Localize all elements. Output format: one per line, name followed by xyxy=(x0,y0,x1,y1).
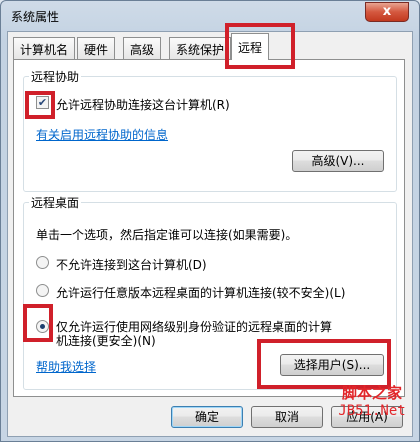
remote-desktop-legend: 远程桌面 xyxy=(31,196,80,210)
tab-system-protection[interactable]: 系统保护 xyxy=(169,37,232,59)
advanced-button[interactable]: 高级(V)... xyxy=(292,150,384,172)
watermark-line2: JB51.Net xyxy=(338,403,406,419)
remote-assistance-info-link[interactable]: 有关启用远程协助的信息 xyxy=(36,126,168,143)
highlight-box-nla-radio xyxy=(23,304,53,342)
radio-disallow-label: 不允许连接到这台计算机(D) xyxy=(56,258,207,272)
remote-assistance-legend: 远程协助 xyxy=(31,70,80,84)
radio-allow-any-label: 允许运行任意版本远程桌面的计算机连接(较不安全)(L) xyxy=(56,286,346,300)
allow-remote-assistance-label: 允许远程协助连接这台计算机(R) xyxy=(56,98,230,112)
close-icon: x xyxy=(382,4,392,19)
system-properties-window: 系统属性 x 计算机名 硬件 高级 系统保护 远程 远程协助 ✔ 允许远程协助连… xyxy=(0,0,420,442)
tab-label: 系统保护 xyxy=(176,43,225,57)
tab-advanced[interactable]: 高级 xyxy=(123,37,162,59)
tab-label: 计算机名 xyxy=(20,43,69,57)
cancel-button[interactable]: 取消 xyxy=(251,406,323,428)
highlight-box-remote-tab xyxy=(225,23,295,69)
tab-label: 高级 xyxy=(130,43,155,57)
title-bar[interactable]: 系统属性 x xyxy=(1,1,419,31)
tab-hardware[interactable]: 硬件 xyxy=(77,37,116,59)
radio-disallow-connections[interactable] xyxy=(36,256,49,269)
remote-desktop-instruction: 单击一个选项，然后指定谁可以连接(如果需要)。 xyxy=(36,228,298,242)
window-title: 系统属性 xyxy=(11,10,60,24)
ok-button[interactable]: 确定 xyxy=(171,406,243,428)
help-me-choose-link[interactable]: 帮助我选择 xyxy=(36,358,96,375)
highlight-box-checkbox xyxy=(25,91,55,119)
radio-allow-any-version[interactable] xyxy=(36,284,49,297)
close-button[interactable]: x xyxy=(365,2,409,22)
watermark-line1: 脚本之家 xyxy=(341,384,402,402)
radio-nla-label-line2: 机连接(更安全)(N) xyxy=(56,334,156,348)
tab-computer-name[interactable]: 计算机名 xyxy=(13,37,76,59)
tab-label: 硬件 xyxy=(84,43,109,57)
site-watermark: 脚本之家 JB51.Net xyxy=(327,382,417,419)
